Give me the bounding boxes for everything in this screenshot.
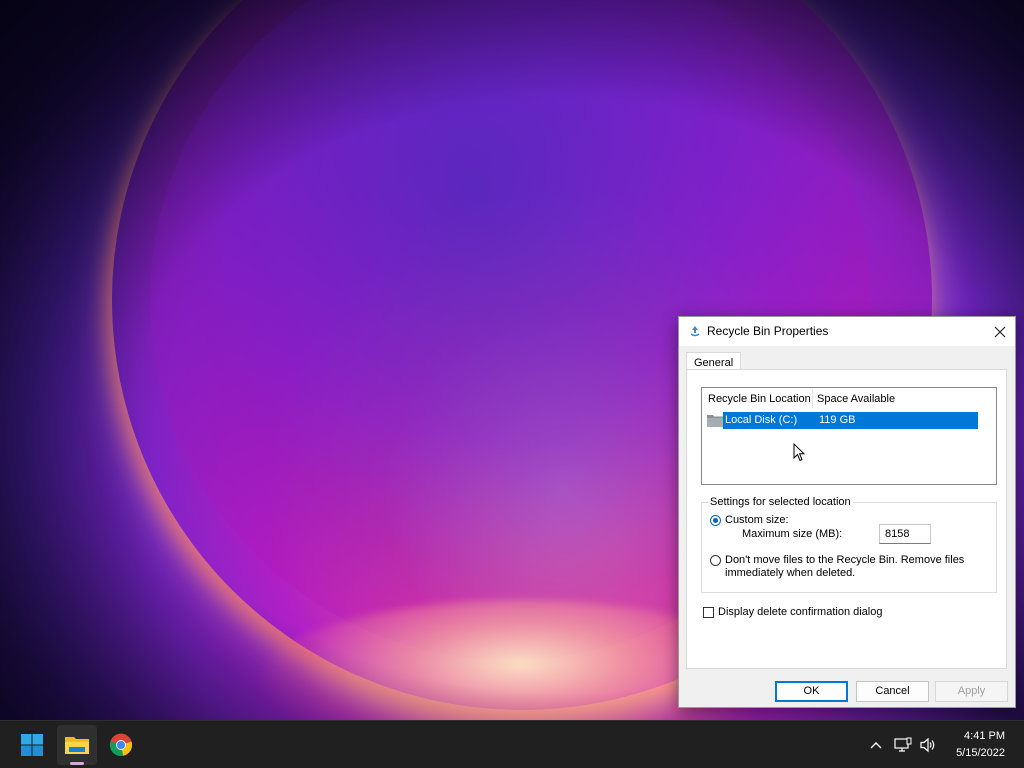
volume-icon <box>920 737 935 753</box>
drive-folder-icon <box>707 413 723 427</box>
clock-date[interactable]: 5/15/2022 <box>956 747 1005 759</box>
volume-button[interactable] <box>918 735 938 755</box>
confirm-dialog-checkbox[interactable] <box>703 607 714 618</box>
custom-size-radio[interactable] <box>710 515 721 526</box>
network-icon <box>894 737 912 752</box>
show-hidden-icons-button[interactable] <box>866 735 886 755</box>
no-move-label-line2[interactable]: immediately when deleted. <box>725 567 855 579</box>
windows-logo-icon <box>21 734 43 756</box>
recycle-bin-icon <box>689 325 701 337</box>
max-size-label: Maximum size (MB): <box>742 528 843 540</box>
tab-strip: General <box>679 346 1015 374</box>
column-header-location[interactable]: Recycle Bin Location <box>708 388 811 410</box>
settings-group-title: Settings for selected location <box>708 496 853 508</box>
chevron-up-icon <box>870 742 882 749</box>
location-list[interactable]: Recycle Bin Location Space Available Loc… <box>701 387 997 485</box>
clock-time[interactable]: 4:41 PM <box>964 730 1005 742</box>
taskbar-file-explorer[interactable] <box>57 725 97 765</box>
list-cell-location: Local Disk (C:) <box>725 414 798 426</box>
column-header-space[interactable]: Space Available <box>817 388 895 410</box>
custom-size-label[interactable]: Custom size: <box>725 514 789 526</box>
tab-panel-general: Recycle Bin Location Space Available Loc… <box>686 369 1007 669</box>
start-button[interactable] <box>12 725 52 765</box>
column-separator[interactable] <box>812 390 813 408</box>
network-button[interactable] <box>893 735 913 755</box>
dialog-titlebar[interactable]: Recycle Bin Properties <box>679 317 1015 346</box>
recycle-bin-properties-dialog: Recycle Bin Properties General Recycle B… <box>678 316 1016 708</box>
no-move-label-line1[interactable]: Don't move files to the Recycle Bin. Rem… <box>725 554 964 566</box>
no-move-radio[interactable] <box>710 555 721 566</box>
mouse-cursor-icon <box>793 443 805 462</box>
dialog-title: Recycle Bin Properties <box>707 324 829 338</box>
confirm-dialog-label[interactable]: Display delete confirmation dialog <box>718 606 882 618</box>
chrome-icon <box>109 733 133 757</box>
apply-button[interactable]: Apply <box>935 681 1008 702</box>
taskbar-chrome[interactable] <box>101 725 141 765</box>
close-button[interactable] <box>985 317 1015 346</box>
ok-button[interactable]: OK <box>775 681 848 702</box>
cancel-button[interactable]: Cancel <box>856 681 929 702</box>
active-app-indicator <box>70 762 84 765</box>
folder-icon <box>65 737 89 754</box>
list-cell-space: 119 GB <box>819 414 856 426</box>
settings-groupbox: Settings for selected location Custom si… <box>701 496 997 593</box>
max-size-input[interactable] <box>879 524 931 544</box>
taskbar: 4:41 PM 5/15/2022 <box>0 720 1024 768</box>
close-icon <box>994 326 1006 337</box>
